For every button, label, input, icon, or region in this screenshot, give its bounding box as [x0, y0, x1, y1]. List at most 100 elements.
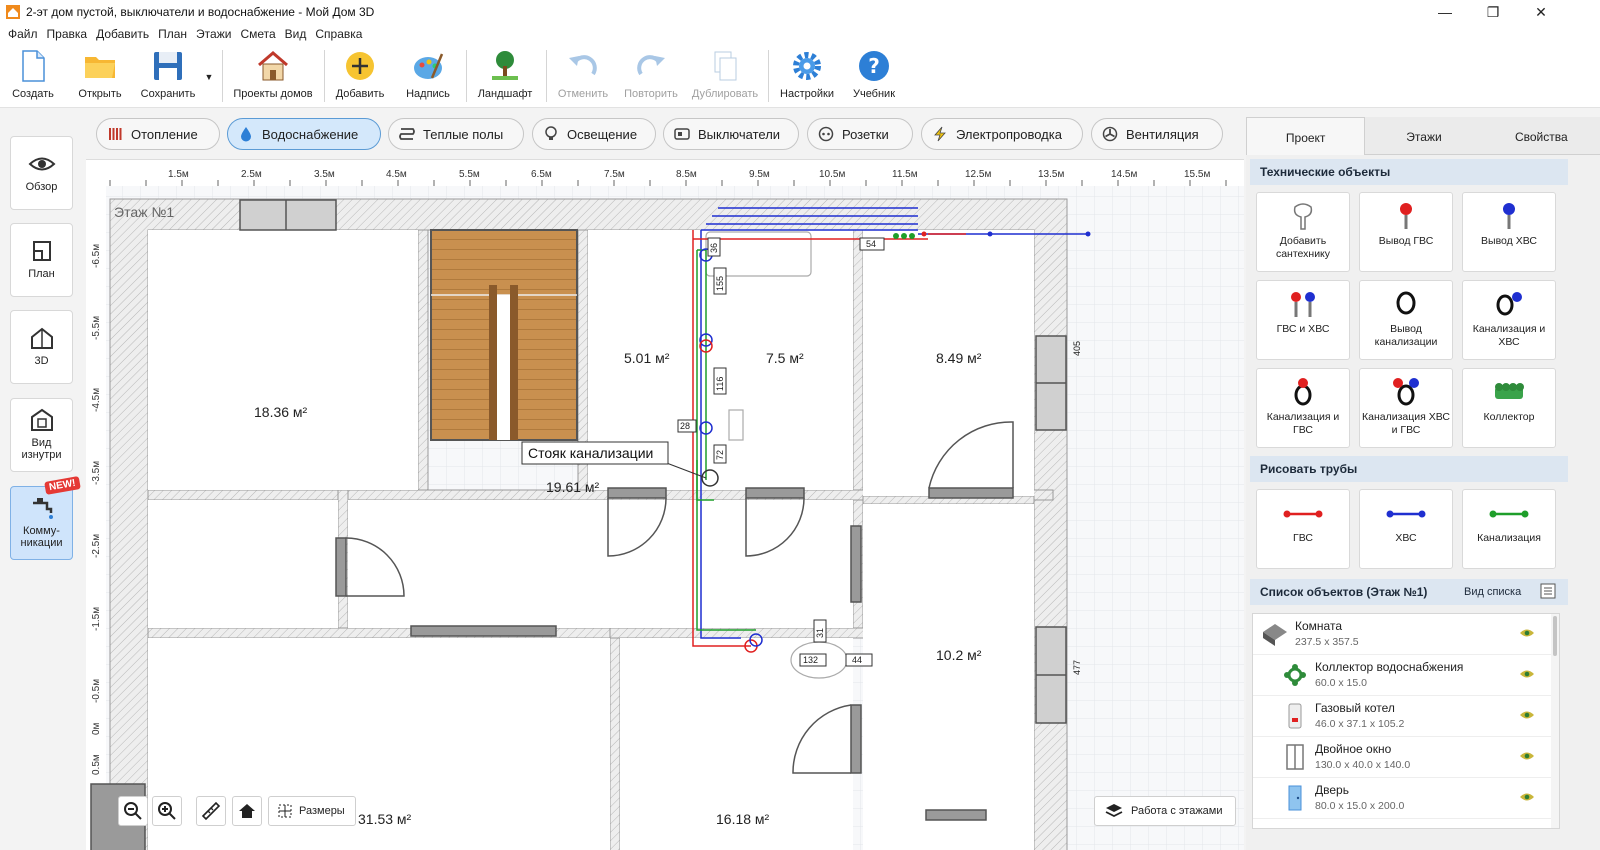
create-label: Создать — [12, 88, 54, 100]
inside-view-button[interactable]: Вид изнутри — [10, 398, 73, 472]
list-item[interactable]: Двойное окно 130.0 x 40.0 x 140.0 — [1253, 737, 1559, 778]
socket-icon — [818, 126, 834, 142]
plan-button[interactable]: План — [10, 223, 73, 297]
redo-button[interactable]: Повторить — [618, 48, 684, 106]
hot-cold-water-tile[interactable]: ГВС и ХВС — [1256, 280, 1350, 360]
menu-floors[interactable]: Этажи — [196, 24, 238, 44]
add-button[interactable]: Добавить — [330, 48, 390, 106]
visibility-eye-icon[interactable] — [1519, 750, 1535, 762]
view-3d-button[interactable]: 3D — [10, 310, 73, 384]
room-area-label[interactable]: 5.01 м² — [624, 350, 670, 366]
menu-help[interactable]: Справка — [315, 24, 369, 44]
sewer-cold-label: Канализация и ХВС — [1472, 323, 1546, 348]
dimensions-button[interactable]: Размеры — [268, 796, 356, 826]
save-dropdown-arrow[interactable]: ▼ — [202, 48, 216, 106]
settings-button[interactable]: Настройки — [774, 48, 840, 106]
tab-heated-floors[interactable]: Теплые полы — [388, 118, 524, 150]
list-scrollbar[interactable] — [1551, 614, 1559, 828]
sewer-cold-tile[interactable]: Канализация и ХВС — [1462, 280, 1556, 360]
sewer-cold-hot-tile[interactable]: Канализация ХВС и ГВС — [1359, 368, 1453, 448]
close-button[interactable]: ✕ — [1518, 0, 1564, 24]
list-item[interactable]: Газовый котел 46.0 x 37.1 x 105.2 — [1253, 696, 1559, 737]
zoom-in-button[interactable] — [152, 796, 182, 826]
menu-estimate[interactable]: Смета — [240, 24, 282, 44]
duplicate-button[interactable]: Дублировать — [688, 48, 762, 106]
palette-icon — [414, 53, 444, 79]
object-list-header: Список объектов (Этаж №1) Вид списка — [1250, 579, 1568, 605]
water-drop-icon — [241, 127, 251, 142]
menu-add[interactable]: Добавить — [96, 24, 156, 44]
dim-label: 44 — [852, 655, 862, 665]
hot-pipe-line-icon — [1283, 510, 1323, 518]
sewer-hot-tile[interactable]: Канализация и ГВС — [1256, 368, 1350, 448]
hot-water-outlet-tile[interactable]: Вывод ГВС — [1359, 192, 1453, 272]
draw-hot-pipe-tile[interactable]: ГВС — [1256, 489, 1350, 569]
room-area-label[interactable]: 19.61 м² — [546, 479, 600, 495]
tab-project[interactable]: Проект — [1246, 117, 1366, 155]
floor-plan-drawing[interactable]: 1.5м 2.5м 3.5м 4.5м 5.5м 6.5м 7.5м 8.5м … — [86, 160, 1244, 850]
tab-floors[interactable]: Этажи — [1365, 117, 1483, 155]
draw-sewer-pipe-tile[interactable]: Канализация — [1462, 489, 1556, 569]
tab-switches[interactable]: Выключатели — [663, 118, 799, 150]
tab-wiring[interactable]: Электропроводка — [921, 118, 1083, 150]
ruler-tick-label: 4.5м — [386, 169, 407, 180]
menu-plan[interactable]: План — [158, 24, 194, 44]
visibility-eye-icon[interactable] — [1519, 627, 1535, 639]
list-view-toggle[interactable]: Вид списка — [1464, 586, 1521, 598]
room-area-label[interactable]: 18.36 м² — [254, 404, 308, 420]
plan-label: План — [28, 268, 55, 280]
menu-file[interactable]: Файл — [8, 24, 45, 44]
list-item[interactable]: Коллектор водоснабжения 60.0 x 15.0 — [1253, 655, 1559, 696]
plan-canvas[interactable]: 1.5м 2.5м 3.5м 4.5м 5.5м 6.5м 7.5м 8.5м … — [86, 159, 1244, 850]
house-projects-button[interactable]: Проекты домов — [228, 48, 318, 106]
landscape-button[interactable]: Ландшафт — [472, 48, 538, 106]
maximize-button[interactable]: ❐ — [1470, 0, 1516, 24]
tab-heating[interactable]: Отопление — [96, 118, 220, 150]
home-view-button[interactable] — [232, 796, 262, 826]
overview-button[interactable]: Обзор — [10, 136, 73, 210]
tab-lighting[interactable]: Освещение — [532, 118, 656, 150]
room-area-label[interactable]: 10.2 м² — [936, 647, 982, 663]
tab-properties[interactable]: Свойства — [1482, 117, 1600, 155]
tab-sockets[interactable]: Розетки — [807, 118, 913, 150]
room-area-label[interactable]: 7.5 м² — [766, 350, 804, 366]
menu-view[interactable]: Вид — [285, 24, 314, 44]
tab-ventilation[interactable]: Вентиляция — [1091, 118, 1223, 150]
tab-water-supply[interactable]: Водоснабжение — [227, 118, 381, 150]
visibility-eye-icon[interactable] — [1519, 668, 1535, 680]
room-area-label[interactable]: 31.53 м² — [358, 811, 412, 827]
undo-button[interactable]: Отменить — [552, 48, 614, 106]
room-area-label[interactable]: 8.49 м² — [936, 350, 982, 366]
save-button[interactable]: Сохранить — [136, 48, 200, 106]
zoom-out-button[interactable] — [118, 796, 148, 826]
create-button[interactable]: Создать — [6, 48, 60, 106]
list-item[interactable]: Комната 237.5 x 357.5 — [1253, 614, 1559, 655]
right-panel-tabs: Проект Этажи Свойства — [1246, 117, 1600, 155]
sewer-outlet-tile[interactable]: Вывод канализации — [1359, 280, 1453, 360]
tutorial-label: Учебник — [852, 88, 896, 100]
label-button[interactable]: Надпись — [398, 48, 458, 106]
open-button[interactable]: Открыть — [72, 48, 128, 106]
object-list-title: Список объектов (Этаж №1) — [1260, 585, 1428, 599]
minimize-button[interactable]: — — [1422, 0, 1468, 24]
tutorial-button[interactable]: ? Учебник — [846, 48, 902, 106]
manifold-tile[interactable]: Коллектор — [1462, 368, 1556, 448]
list-item[interactable]: Дверь 80.0 x 15.0 x 200.0 — [1253, 778, 1559, 819]
draw-cold-pipe-tile[interactable]: ХВС — [1359, 489, 1453, 569]
communications-button[interactable]: NEW! Комму- никации — [10, 476, 81, 560]
tooltip-text: Стояк канализации — [528, 445, 653, 461]
cold-pipe-icon — [1503, 203, 1515, 229]
ruler-tool-button[interactable] — [196, 796, 226, 826]
ruler-tick-label: 13.5м — [1038, 169, 1064, 180]
add-plumbing-tile[interactable]: Добавить сантехнику — [1256, 192, 1350, 272]
menu-edit[interactable]: Правка — [47, 24, 95, 44]
room-area-label[interactable]: 16.18 м² — [716, 811, 770, 827]
list-view-icon[interactable] — [1540, 583, 1556, 599]
ruler-tick-label: 3.5м — [314, 169, 335, 180]
list-scroll-thumb[interactable] — [1553, 616, 1557, 656]
house-projects-label: Проекты домов — [233, 88, 313, 100]
floors-button[interactable]: Работа с этажами — [1094, 796, 1236, 826]
cold-water-outlet-tile[interactable]: Вывод ХВС — [1462, 192, 1556, 272]
visibility-eye-icon[interactable] — [1519, 709, 1535, 721]
visibility-eye-icon[interactable] — [1519, 791, 1535, 803]
